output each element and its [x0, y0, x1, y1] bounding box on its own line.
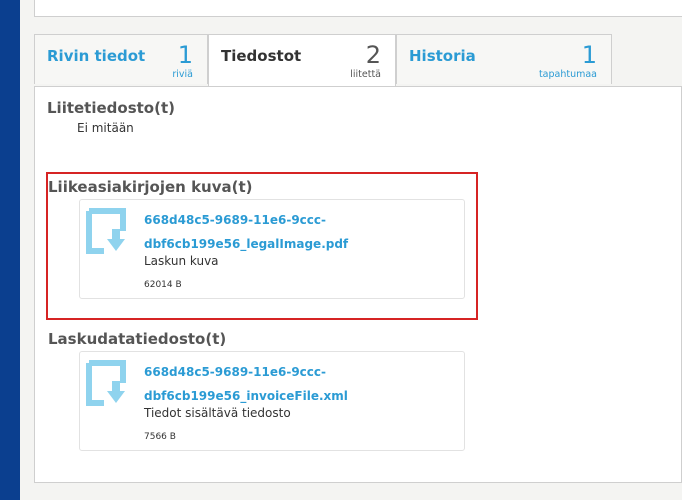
attachments-empty-text: Ei mitään: [77, 121, 134, 135]
tab-label: Rivin tiedot: [47, 47, 146, 65]
file-description: Tiedot sisältävä tiedosto: [144, 406, 291, 420]
tab-unit: riviä: [172, 69, 193, 80]
tab-row-details[interactable]: Rivin tiedot 1 riviä: [34, 34, 208, 84]
tab-unit: liitettä: [350, 69, 381, 80]
top-panel: [34, 0, 682, 17]
invoice-data-file-card[interactable]: 668d48c5-9689-11e6-9ccc- dbf6cb199e56_in…: [79, 351, 465, 451]
tab-history[interactable]: Historia 1 tapahtumaa: [396, 34, 612, 84]
tab-bar: Rivin tiedot 1 riviä Tiedostot 2 liitett…: [34, 34, 682, 87]
tab-label: Tiedostot: [221, 47, 302, 65]
tab-count: 1: [581, 41, 597, 69]
invoice-data-title: Laskudatatiedosto(t): [48, 330, 227, 348]
file-download-icon: [86, 360, 126, 406]
tab-files[interactable]: Tiedostot 2 liitettä: [208, 34, 396, 87]
page-panel: Rivin tiedot 1 riviä Tiedostot 2 liitett…: [20, 0, 682, 500]
tab-count: 2: [365, 41, 381, 69]
attachments-title: Liitetiedosto(t): [47, 99, 175, 117]
highlight-box: [46, 172, 478, 320]
file-size: 7566 B: [144, 432, 176, 442]
tab-unit: tapahtumaa: [538, 69, 597, 80]
tab-label: Historia: [409, 47, 476, 65]
tab-count: 1: [177, 41, 193, 69]
file-link[interactable]: 668d48c5-9689-11e6-9ccc- dbf6cb199e56_in…: [144, 360, 444, 408]
